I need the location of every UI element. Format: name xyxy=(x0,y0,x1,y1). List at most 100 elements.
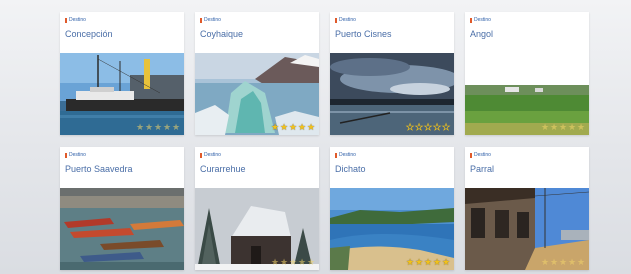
pin-icon xyxy=(200,18,202,23)
star-icon: ★ xyxy=(280,257,289,267)
card-photo[interactable] xyxy=(60,188,184,270)
star-icon: ★ xyxy=(568,122,577,132)
card-city-name[interactable]: Angol xyxy=(470,29,584,40)
star-icon: ★ xyxy=(298,122,307,132)
destination-card-parral[interactable]: Destino Parral ★ ★ ★ ★ ★ xyxy=(465,147,589,270)
star-icon: ★ xyxy=(577,122,586,132)
destination-card-coyhaique[interactable]: Destino Coyhaique ★ ★ ★ ★ ★ xyxy=(195,12,319,135)
card-city-name[interactable]: Parral xyxy=(470,164,584,175)
star-outline-icon: ★ xyxy=(433,122,442,132)
card-city-name[interactable]: Dichato xyxy=(335,164,449,175)
card-kicker: Destino xyxy=(65,17,179,24)
card-header: Destino Coyhaique xyxy=(195,12,319,53)
card-photo[interactable]: ★ ★ ★ ★ ★ xyxy=(330,53,454,135)
star-icon: ★ xyxy=(307,122,316,132)
card-city-name[interactable]: Curarrehue xyxy=(200,164,314,175)
star-icon: ★ xyxy=(172,122,181,132)
card-header: Destino Dichato xyxy=(330,147,454,188)
star-icon: ★ xyxy=(559,257,568,267)
card-city-name[interactable]: Coyhaique xyxy=(200,29,314,40)
star-outline-icon: ★ xyxy=(415,122,424,132)
pin-icon xyxy=(470,18,472,23)
destination-card-puerto-cisnes[interactable]: Destino Puerto Cisnes ★ ★ ★ ★ ★ xyxy=(330,12,454,135)
star-icon: ★ xyxy=(280,122,289,132)
card-photo[interactable]: ★ ★ ★ ★ ★ xyxy=(195,188,319,270)
star-outline-icon: ★ xyxy=(406,122,415,132)
star-outline-icon: ★ xyxy=(442,122,451,132)
kicker-label: Destino xyxy=(69,17,86,23)
pin-icon xyxy=(65,153,67,158)
card-header: Destino Parral xyxy=(465,147,589,188)
rating-stars: ★ ★ ★ ★ ★ xyxy=(541,257,586,267)
card-kicker: Destino xyxy=(200,17,314,24)
rating-stars: ★ ★ ★ ★ ★ xyxy=(271,122,316,132)
card-header: Destino Curarrehue xyxy=(195,147,319,188)
rating-stars: ★ ★ ★ ★ ★ xyxy=(541,122,586,132)
star-icon: ★ xyxy=(271,257,280,267)
star-icon: ★ xyxy=(145,122,154,132)
card-kicker: Destino xyxy=(470,17,584,24)
destination-card-concepcion[interactable]: Destino Concepción ★ ★ ★ ★ ★ xyxy=(60,12,184,135)
destination-card-curarrehue[interactable]: Destino Curarrehue ★ ★ ★ ★ ★ xyxy=(195,147,319,270)
star-icon: ★ xyxy=(541,122,550,132)
card-kicker: Destino xyxy=(65,152,179,159)
destinations-page: Destino Concepción ★ ★ ★ ★ ★ Destino Coy… xyxy=(0,0,631,274)
card-kicker: Destino xyxy=(335,152,449,159)
destination-card-dichato[interactable]: Destino Dichato ★ ★ ★ ★ ★ xyxy=(330,147,454,270)
star-icon: ★ xyxy=(289,257,298,267)
rating-stars: ★ ★ ★ ★ ★ xyxy=(406,122,451,132)
rating-stars: ★ ★ ★ ★ ★ xyxy=(136,122,181,132)
star-icon: ★ xyxy=(271,122,280,132)
star-icon: ★ xyxy=(136,122,145,132)
card-header: Destino Angol xyxy=(465,12,589,53)
kicker-label: Destino xyxy=(474,152,491,158)
pin-icon xyxy=(335,153,337,158)
card-photo[interactable]: ★ ★ ★ ★ ★ xyxy=(330,188,454,270)
card-header: Destino Concepción xyxy=(60,12,184,53)
star-icon: ★ xyxy=(433,257,442,267)
star-icon: ★ xyxy=(289,122,298,132)
rating-stars: ★ ★ ★ ★ ★ xyxy=(271,257,316,267)
pin-icon xyxy=(470,153,472,158)
kicker-label: Destino xyxy=(474,17,491,23)
card-photo[interactable]: ★ ★ ★ ★ ★ xyxy=(465,53,589,135)
star-icon: ★ xyxy=(154,122,163,132)
card-header: Destino Puerto Saavedra xyxy=(60,147,184,188)
kicker-label: Destino xyxy=(69,152,86,158)
rating-stars: ★ ★ ★ ★ ★ xyxy=(406,257,451,267)
destination-card-angol[interactable]: Destino Angol ★ ★ ★ ★ ★ xyxy=(465,12,589,135)
card-kicker: Destino xyxy=(470,152,584,159)
kicker-label: Destino xyxy=(204,17,221,23)
star-icon: ★ xyxy=(550,257,559,267)
star-icon: ★ xyxy=(568,257,577,267)
star-outline-icon: ★ xyxy=(424,122,433,132)
star-icon: ★ xyxy=(163,122,172,132)
pin-icon xyxy=(335,18,337,23)
boats-photo xyxy=(60,188,184,270)
card-photo[interactable]: ★ ★ ★ ★ ★ xyxy=(195,53,319,135)
star-icon: ★ xyxy=(307,257,316,267)
pin-icon xyxy=(200,153,202,158)
card-photo[interactable]: ★ ★ ★ ★ ★ xyxy=(465,188,589,270)
card-kicker: Destino xyxy=(335,17,449,24)
destination-card-puerto-saavedra[interactable]: Destino Puerto Saavedra xyxy=(60,147,184,270)
pin-icon xyxy=(65,18,67,23)
kicker-label: Destino xyxy=(339,152,356,158)
star-icon: ★ xyxy=(559,122,568,132)
destination-grid: Destino Concepción ★ ★ ★ ★ ★ Destino Coy… xyxy=(60,12,591,270)
star-icon: ★ xyxy=(442,257,451,267)
star-icon: ★ xyxy=(406,257,415,267)
kicker-label: Destino xyxy=(339,17,356,23)
card-header: Destino Puerto Cisnes xyxy=(330,12,454,53)
card-city-name[interactable]: Puerto Cisnes xyxy=(335,29,449,40)
kicker-label: Destino xyxy=(204,152,221,158)
star-icon: ★ xyxy=(550,122,559,132)
card-city-name[interactable]: Puerto Saavedra xyxy=(65,164,179,175)
star-icon: ★ xyxy=(577,257,586,267)
star-icon: ★ xyxy=(424,257,433,267)
card-photo[interactable]: ★ ★ ★ ★ ★ xyxy=(60,53,184,135)
star-icon: ★ xyxy=(298,257,307,267)
card-kicker: Destino xyxy=(200,152,314,159)
card-city-name[interactable]: Concepción xyxy=(65,29,179,40)
star-icon: ★ xyxy=(415,257,424,267)
